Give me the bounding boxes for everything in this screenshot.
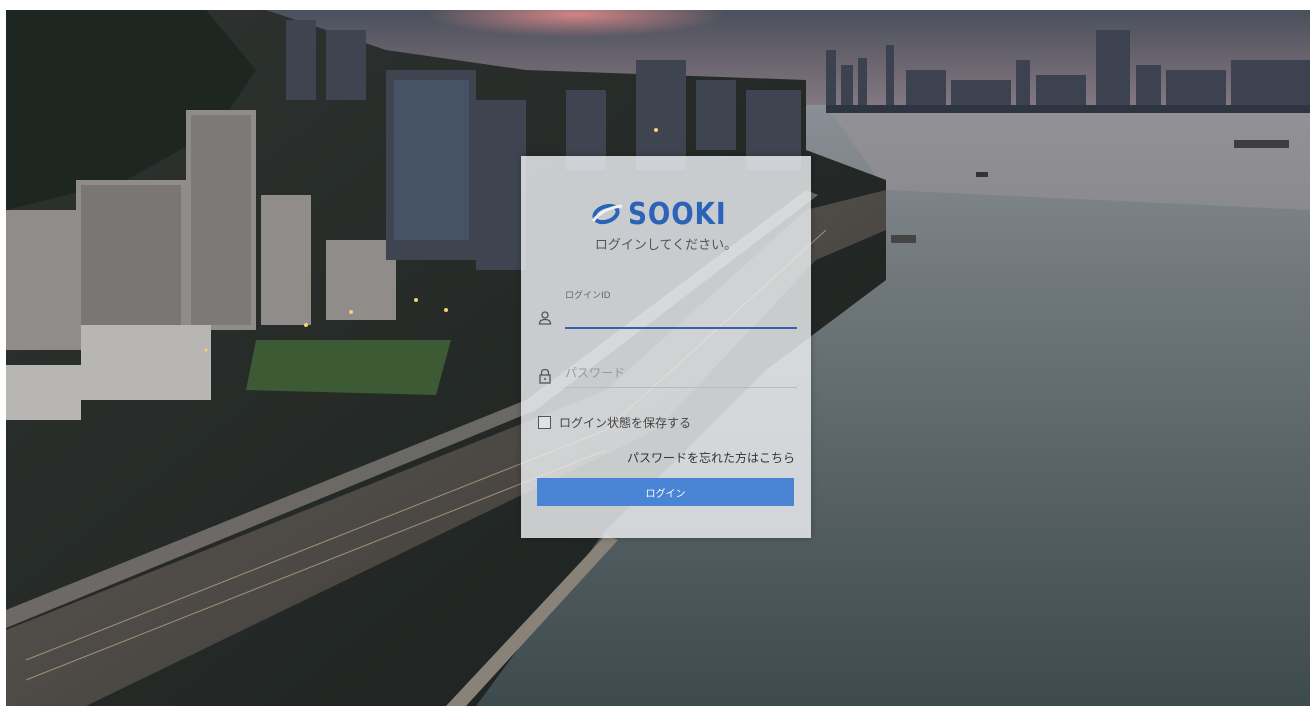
login-id-label: ログインID bbox=[565, 291, 611, 301]
forgot-password-link[interactable]: パスワードを忘れた方はこちら bbox=[627, 449, 795, 466]
password-field bbox=[537, 356, 797, 392]
login-card: SOOKI ログインしてください。 ログインID ログイン状態を保存する パスワ… bbox=[521, 156, 811, 538]
password-input[interactable] bbox=[565, 362, 797, 384]
password-underline bbox=[565, 387, 797, 388]
remember-label: ログイン状態を保存する bbox=[559, 416, 692, 430]
login-button[interactable]: ログイン bbox=[537, 478, 794, 506]
brand-name: SOOKI bbox=[628, 197, 728, 232]
sooki-swoosh-icon bbox=[592, 203, 623, 225]
remember-me[interactable]: ログイン状態を保存する bbox=[538, 414, 691, 431]
page-frame: SOOKI ログインしてください。 ログインID ログイン状態を保存する パスワ… bbox=[6, 10, 1310, 706]
login-id-underline bbox=[565, 327, 797, 329]
user-icon bbox=[538, 311, 552, 325]
login-id-input[interactable] bbox=[565, 302, 797, 324]
remember-checkbox[interactable] bbox=[538, 416, 551, 429]
brand-logo: SOOKI bbox=[521, 196, 811, 232]
lock-icon bbox=[539, 368, 551, 384]
login-id-field: ログインID bbox=[537, 284, 797, 334]
login-subtitle: ログインしてください。 bbox=[594, 238, 738, 253]
